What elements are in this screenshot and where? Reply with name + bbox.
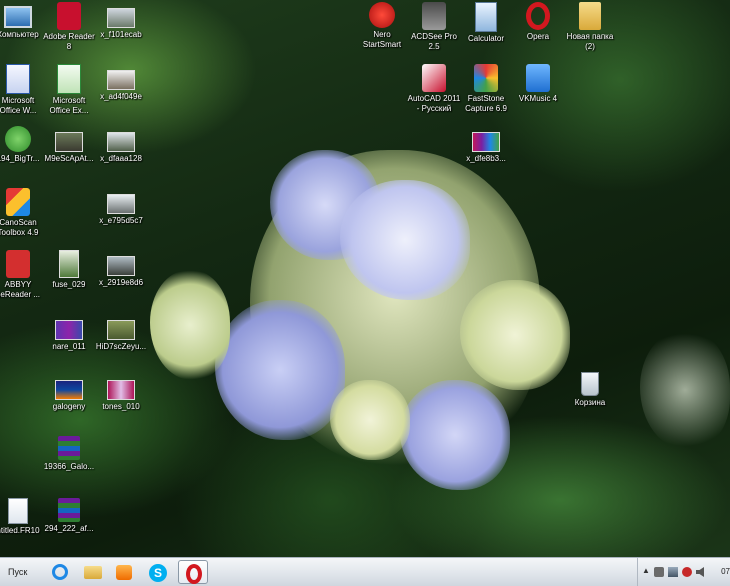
archive-icon: [58, 436, 80, 460]
adobe-reader-icon: [57, 2, 81, 30]
opera-icon: [526, 2, 550, 30]
image-thumbnail-icon: [107, 320, 135, 340]
acdsee-icon: [422, 2, 446, 30]
desktop-icon-19366galo[interactable]: 19366_Galo...: [37, 436, 101, 472]
speaker-icon[interactable]: [696, 567, 704, 577]
utorrent-icon: [5, 126, 31, 152]
desktop-icon-dfaaa128[interactable]: x_dfaaa128: [89, 126, 153, 164]
desktop-icon-canoscan[interactable]: CanoScan Toolbox 4.9: [0, 188, 50, 238]
desktop-icon-label: 294_222_af...: [44, 524, 94, 533]
desktop-icon-label: Корзина: [574, 398, 606, 407]
image-thumbnail-icon: [107, 8, 135, 28]
printer-icon[interactable]: [654, 567, 664, 577]
image-thumbnail-icon: [107, 380, 135, 400]
autocad-icon: [422, 64, 446, 92]
excel-icon: [57, 64, 81, 94]
desktop-icon-vkmusic[interactable]: VKMusic 4: [506, 64, 570, 104]
desktop-icon-294222af[interactable]: 294_222_af...: [37, 498, 101, 534]
start-label: Пуск: [8, 567, 28, 577]
desktop-icon-label: x_dfaaa128: [100, 154, 142, 163]
desktop-icon-label: 19366_Galo...: [43, 462, 95, 471]
desktop-icon-recycle-bin[interactable]: Корзина: [558, 372, 622, 408]
nero-icon: [369, 2, 395, 28]
desktop-icon-tones010[interactable]: tones_010: [89, 374, 153, 412]
desktop-icon-label: Новая папка (2): [566, 32, 614, 51]
desktop-icon-hid7sczeyu[interactable]: HiD7scZeyu...: [89, 314, 153, 352]
image-thumbnail-icon: [107, 256, 135, 276]
archive-icon: [58, 498, 80, 522]
image-thumbnail-icon: [107, 132, 135, 152]
image-thumbnail-icon: [107, 70, 135, 90]
computer-icon: [4, 6, 32, 28]
network-icon[interactable]: [668, 567, 678, 577]
desktop-icon-f101ecab[interactable]: x_f101ecab: [89, 2, 153, 40]
image-thumbnail-icon: [55, 380, 83, 400]
image-thumbnail-icon: [472, 132, 500, 152]
desktop: Компьютер Adobe Reader 8 x_f101ecab Nero…: [0, 0, 730, 557]
desktop-icon-label: VKMusic 4: [518, 94, 558, 103]
clock[interactable]: 07: [721, 567, 730, 576]
faststone-icon: [474, 64, 498, 92]
taskbar: Пуск S ▲ 07: [0, 557, 730, 586]
skype-icon[interactable]: S: [144, 560, 172, 584]
desktop-icon-label: x_dfe8b3...: [466, 154, 506, 163]
image-thumbnail-icon: [55, 132, 83, 152]
desktop-icon-e795d5c7[interactable]: x_e795d5c7: [89, 188, 153, 226]
recycle-bin-icon: [581, 372, 599, 396]
desktop-icon-label: HiD7scZeyu...: [95, 342, 147, 351]
desktop-icon-ad4f049e[interactable]: x_ad4f049e: [89, 64, 153, 102]
desktop-icon-label: tones_010: [102, 402, 140, 411]
desktop-icon-label: CanoScan Toolbox 4.9: [0, 218, 39, 237]
image-thumbnail-icon: [55, 320, 83, 340]
desktop-icon-label: x_f101ecab: [100, 30, 142, 39]
word-icon: [6, 64, 30, 94]
image-thumbnail-icon: [59, 250, 79, 278]
desktop-icon-2919e8d6[interactable]: x_2919e8d6: [89, 250, 153, 288]
canoscan-icon: [6, 188, 30, 216]
desktop-icon-new-folder[interactable]: Новая папка (2): [558, 2, 622, 52]
desktop-icon-label: x_ad4f049e: [100, 92, 142, 101]
image-thumbnail-icon: [107, 194, 135, 214]
chevron-up-icon[interactable]: ▲: [642, 566, 652, 576]
desktop-icon-label: x_e795d5c7: [99, 216, 143, 225]
calculator-icon: [475, 2, 497, 32]
media-player-icon[interactable]: [110, 560, 138, 584]
folder-icon: [579, 2, 601, 30]
internet-explorer-icon[interactable]: [46, 560, 74, 584]
desktop-icon-dfe8b3[interactable]: x_dfe8b3...: [454, 126, 518, 164]
start-button[interactable]: Пуск: [0, 560, 44, 584]
document-icon: [8, 498, 28, 524]
error-flag-icon[interactable]: [682, 567, 692, 577]
opera-icon[interactable]: [178, 560, 208, 584]
abbyy-icon: [6, 250, 30, 278]
explorer-folder-icon[interactable]: [78, 560, 106, 584]
system-tray: ▲ 07: [637, 558, 730, 586]
vkmusic-icon: [526, 64, 550, 92]
desktop-icon-label: x_2919e8d6: [98, 278, 144, 287]
